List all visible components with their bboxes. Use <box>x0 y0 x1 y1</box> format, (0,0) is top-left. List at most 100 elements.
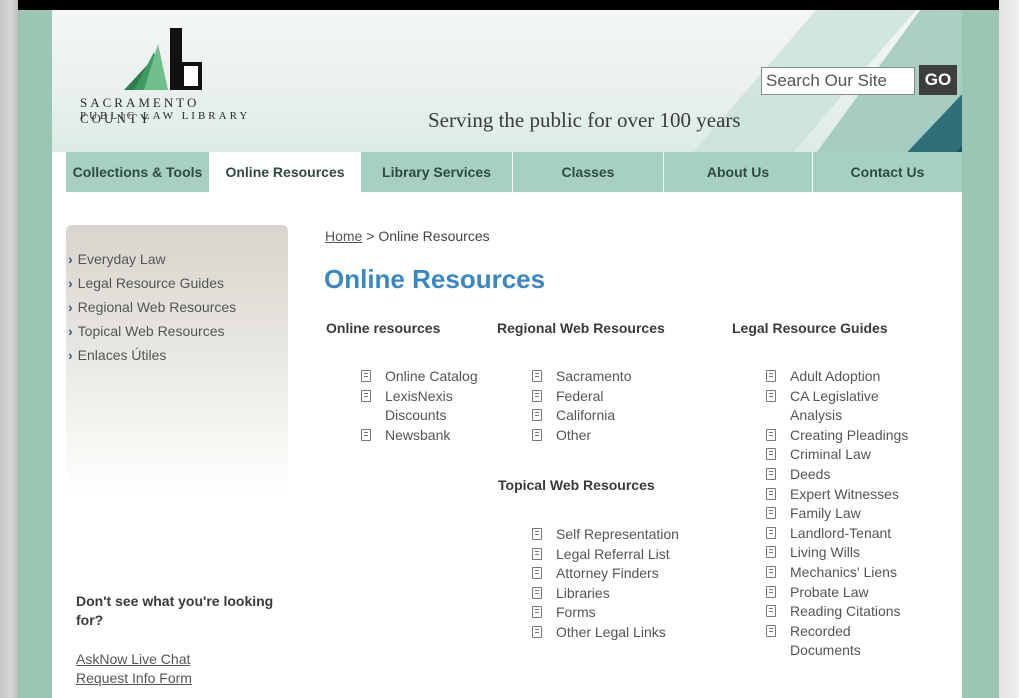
list-item[interactable]: Family Law <box>766 504 914 524</box>
tab-library-services[interactable]: Library Services <box>361 152 513 192</box>
document-icon <box>766 467 776 480</box>
document-icon <box>766 526 776 539</box>
sidebar-item-label: Enlaces Útiles <box>77 347 167 363</box>
document-icon <box>532 409 542 422</box>
document-icon <box>766 546 776 559</box>
list-item[interactable]: Self Representation <box>532 525 732 545</box>
document-icon <box>766 585 776 598</box>
list-item[interactable]: Sacramento <box>532 367 682 387</box>
page-container: SACRAMENTO COUNTY PUBLIC LAW LIBRARY Ser… <box>52 10 962 698</box>
chevron-right-icon: › <box>68 299 73 315</box>
search-go-button[interactable]: GO <box>919 65 957 95</box>
list-item[interactable]: Criminal Law <box>766 445 914 465</box>
chevron-right-icon: › <box>68 251 73 267</box>
chevron-right-icon: › <box>68 347 73 363</box>
document-icon <box>766 428 776 441</box>
library-logo[interactable]: SACRAMENTO COUNTY PUBLIC LAW LIBRARY <box>76 22 266 142</box>
page-title: Online Resources <box>324 264 546 294</box>
window-top-border <box>18 0 999 10</box>
book-logo-icon <box>124 28 202 90</box>
logo-subtitle: PUBLIC LAW LIBRARY <box>80 110 251 122</box>
list-item[interactable]: Libraries <box>532 584 732 604</box>
document-icon <box>532 625 542 638</box>
regional-web-resources-list: Sacramento Federal California Other <box>532 367 682 445</box>
sidebar-item-label: Topical Web Resources <box>77 323 225 339</box>
list-item[interactable]: Expert Witnesses <box>766 485 914 505</box>
sidebar-item-legal-resource-guides[interactable]: › Legal Resource Guides <box>68 271 236 295</box>
list-item[interactable]: CA Legislative Analysis <box>766 387 914 426</box>
list-item[interactable]: Probate Law <box>766 583 914 603</box>
list-item[interactable]: Newsbank <box>361 426 506 446</box>
document-icon <box>532 606 542 619</box>
topical-web-resources-list: Self Representation Legal Referral List … <box>532 525 732 643</box>
help-heading: Don't see what you're looking for? <box>76 593 274 628</box>
document-icon <box>766 507 776 520</box>
list-item[interactable]: California <box>532 406 682 426</box>
breadcrumb-home-link[interactable]: Home <box>325 228 362 244</box>
document-icon <box>532 528 542 540</box>
document-icon <box>766 487 776 500</box>
document-icon <box>361 389 371 402</box>
list-item[interactable]: Federal <box>532 387 682 407</box>
list-item[interactable]: Other Legal Links <box>532 623 732 643</box>
tab-about-us[interactable]: About Us <box>664 152 813 192</box>
tab-classes[interactable]: Classes <box>513 152 664 192</box>
online-resources-heading: Online resources <box>326 320 441 336</box>
list-item[interactable]: Deeds <box>766 465 914 485</box>
list-item[interactable]: Recorded Documents <box>766 622 914 661</box>
chevron-right-icon: › <box>68 275 73 291</box>
list-item[interactable]: LexisNexis Discounts <box>361 387 506 426</box>
list-item[interactable]: Forms <box>532 603 732 623</box>
asknow-live-chat-link[interactable]: AskNow Live Chat <box>76 651 190 667</box>
document-icon <box>532 428 542 441</box>
search-input[interactable] <box>761 67 915 95</box>
sidebar-item-topical-web-resources[interactable]: › Topical Web Resources <box>68 319 236 343</box>
breadcrumb-separator: > <box>366 228 375 244</box>
list-item[interactable]: Adult Adoption <box>766 367 914 387</box>
document-icon <box>532 567 542 580</box>
document-icon <box>532 370 542 382</box>
tab-contact-us[interactable]: Contact Us <box>813 152 962 192</box>
document-icon <box>532 586 542 599</box>
sidebar-item-label: Everyday Law <box>77 251 166 267</box>
backdrop-left <box>0 0 18 698</box>
document-icon <box>766 605 776 618</box>
list-item[interactable]: Creating Pleadings <box>766 426 914 446</box>
list-item[interactable]: Online Catalog <box>361 367 506 387</box>
sidebar-item-everyday-law[interactable]: › Everyday Law <box>68 247 236 271</box>
chevron-right-icon: › <box>68 323 73 339</box>
sidebar-nav: › Everyday Law › Legal Resource Guides › Re… <box>68 247 236 367</box>
request-info-form-link[interactable]: Request Info Form <box>76 670 192 686</box>
document-icon <box>532 547 542 560</box>
list-item[interactable]: Mechanics' Liens <box>766 563 914 583</box>
main-nav: Collections & Tools Online Resources Lib… <box>66 152 962 192</box>
list-item[interactable]: Attorney Finders <box>532 564 732 584</box>
list-item[interactable]: Legal Referral List <box>532 545 732 565</box>
list-item[interactable]: Other <box>532 426 682 446</box>
document-icon <box>532 389 542 402</box>
sidebar-item-label: Regional Web Resources <box>77 299 237 315</box>
breadcrumb: Home > Online Resources <box>325 228 490 244</box>
legal-resource-guides-list: Adult Adoption CA Legislative Analysis C… <box>766 367 914 661</box>
online-resources-list: Online Catalog LexisNexis Discounts News… <box>361 367 506 445</box>
sidebar-item-enlaces-utiles[interactable]: › Enlaces Útiles <box>68 343 236 367</box>
document-icon <box>361 370 371 382</box>
sidebar-item-label: Legal Resource Guides <box>77 275 224 291</box>
legal-resource-guides-heading: Legal Resource Guides <box>732 320 888 336</box>
site-header: SACRAMENTO COUNTY PUBLIC LAW LIBRARY Ser… <box>52 10 962 152</box>
list-item[interactable]: Landlord-Tenant <box>766 524 914 544</box>
sidebar-item-regional-web-resources[interactable]: › Regional Web Resources <box>68 295 236 319</box>
document-icon <box>766 565 776 578</box>
list-item[interactable]: Reading Citations <box>766 602 914 622</box>
document-icon <box>361 428 371 441</box>
backdrop-right <box>999 0 1019 698</box>
tab-online-resources[interactable]: Online Resources <box>210 152 361 192</box>
document-icon <box>766 624 776 637</box>
site-tagline: Serving the public for over 100 years <box>428 108 741 132</box>
tab-collections-tools[interactable]: Collections & Tools <box>66 152 210 192</box>
document-icon <box>766 448 776 461</box>
list-item[interactable]: Living Wills <box>766 543 914 563</box>
regional-web-resources-heading: Regional Web Resources <box>497 320 665 336</box>
breadcrumb-current: Online Resources <box>378 228 490 244</box>
topical-web-resources-heading: Topical Web Resources <box>498 477 655 493</box>
